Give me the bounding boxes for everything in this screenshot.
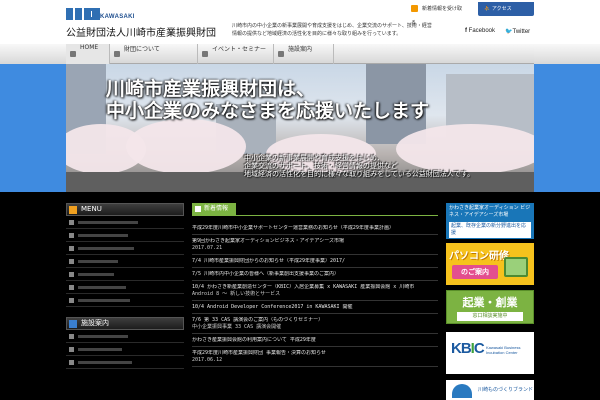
kbic-subtitle: Kawasaki Business Incubation Center (486, 345, 521, 355)
hero-image: 川崎市産業振興財団は、 中小企業のみなさまを応援いたします 中小企業の新事業展開… (66, 64, 534, 192)
nav-facilities-label: 施設案内 (288, 46, 313, 53)
facilities-title: 施設案内 (81, 319, 109, 327)
sidebar-item[interactable] (66, 216, 184, 229)
news-item[interactable]: 7/6 第 33 CAS 講演会のご案内（ものづくりセミナー） 中小企業振興事業… (192, 314, 438, 334)
home-icon (70, 51, 76, 57)
news-item[interactable]: 7/5 川崎市内中小企業の皆様へ（新事業創出支援事業のご案内） (192, 268, 438, 281)
nav-events[interactable]: イベント・セミナー (198, 44, 274, 64)
nav-home-label: HOME (80, 44, 99, 51)
rss-button[interactable]: 新着情報を受け取る (405, 2, 471, 26)
site-tagline: 川崎市内の中小企業の新事業展開や育成支援をはじめ、企業交流のサポート、技術・経営… (232, 23, 432, 37)
news-item[interactable]: 平成29年度川崎市産業振興財団 事業報告・決算のお知らせ 2017.06.12 (192, 347, 438, 367)
hero-band: 川崎市産業振興財団は、 中小企業のみなさまを応援いたします 中小企業の新事業展開… (0, 64, 600, 192)
news-item-text: 7/6 第 33 CAS 講演会のご案内（ものづくりセミナー） (192, 317, 324, 323)
pc-training-title: パソコン研修 (449, 251, 509, 262)
sidebar-item[interactable] (66, 281, 184, 294)
sidebar-item[interactable] (66, 229, 184, 242)
twitter-link[interactable]: 🐦Twitter (505, 28, 530, 35)
gear-icon (69, 320, 77, 328)
audition-banner-text: かわさき起業家オーディション ビジネス・アイデアシーズ市場 (449, 205, 531, 218)
nav-facilities[interactable]: 施設案内 (274, 44, 334, 64)
monozukuri-banner[interactable]: 川崎ものづくりブランド (446, 380, 534, 400)
news-item-text: 平成29年度川崎市中小企業サポートセンター運営業務のお知らせ（平成29年度事業計… (192, 225, 394, 231)
logo-icon[interactable] (66, 8, 100, 20)
menu-icon (69, 206, 77, 214)
kbic-logo: KBIC (451, 340, 485, 357)
news-title: 新着情報 (204, 205, 229, 212)
startup-banner[interactable]: 起業・創業 窓口相談実施中 (446, 290, 534, 324)
grid-icon (278, 51, 284, 57)
news-item-text: 平成29年度川崎市産業振興財団 事業報告・決算のお知らせ (192, 350, 326, 356)
news-tag: 新着情報 (192, 203, 236, 215)
computer-icon (504, 257, 528, 277)
news-item-text: 7/5 川崎市内中小企業の皆様へ（新事業創出支援事業のご案内） (192, 271, 340, 277)
nav-events-label: イベント・セミナー (212, 46, 267, 53)
news-item[interactable]: 平成29年度川崎市中小企業サポートセンター運営業務のお知らせ（平成29年度事業計… (192, 222, 438, 235)
news-item[interactable]: 7/4 川崎市産業振興財団からのお知らせ（平成29年度事業）2017/ (192, 255, 438, 268)
bicycle-icon (202, 51, 208, 57)
access-label: アクセス (491, 6, 512, 12)
pc-training-subtitle: のご案内 (452, 265, 498, 279)
person-icon: ⛹ (484, 6, 492, 12)
main-content: MENU 施設案内 新着情報 平成29年度川崎市中小企業サポートセンター運営業務… (0, 192, 600, 400)
facebook-link[interactable]: f Facebook (465, 28, 495, 34)
menu-title: MENU (81, 205, 102, 213)
sidebar-item[interactable] (66, 255, 184, 268)
menu-heading: MENU (66, 203, 184, 216)
sidebar-item[interactable] (66, 268, 184, 281)
rss-icon (411, 5, 418, 12)
news-item-text: 10/4 かわさき新産業創造センター（KBIC）入居企業募集 x KAWASAK… (192, 284, 415, 290)
org-name[interactable]: 公益財団法人川崎市産業振興財団 (66, 24, 216, 39)
kbic-banner[interactable]: KBIC Kawasaki Business Incubation Center (446, 332, 534, 374)
nav-about-label: 財団について (124, 46, 160, 53)
news-item-date: 2017.06.12 (192, 357, 223, 363)
news-item-text: かわさき産業振興会館の利用案内について 平成29年度 (192, 337, 316, 343)
pencil-icon (195, 206, 201, 212)
hero-description: 中小企業の新事業展開や育成支援をはじめ、 企業交流のサポート、技術・経営情報の提… (244, 154, 474, 178)
news-item[interactable]: かわさき産業振興会館の利用案内について 平成29年度 (192, 334, 438, 347)
sidebar-item[interactable] (66, 294, 184, 307)
sidebar-item[interactable] (66, 343, 184, 356)
sidebar-item[interactable] (66, 330, 184, 343)
news-item-text: 7/4 川崎市産業振興財団からのお知らせ（平成29年度事業）2017/ (192, 258, 346, 264)
audition-banner[interactable]: かわさき起業家オーディション ビジネス・アイデアシーズ市場 起業、既存企業の新分… (446, 203, 534, 239)
hero-desc-line3: 地域経済の活性化を目的に様々な取り組みをしている公益財団法人です。 (244, 170, 475, 178)
sidebar-item[interactable] (66, 356, 184, 369)
news-item[interactable]: 10/4 Android Developer Conference2017 in… (192, 301, 438, 314)
twitter-label: Twitter (512, 29, 531, 35)
facilities-heading: 施設案内 (66, 317, 184, 330)
main-nav: HOME 財団について イベント・セミナー 施設案内 (66, 44, 534, 64)
news-item-date: Android 8 ～ 新しい技術とサービス (192, 291, 281, 297)
startup-title: 起業・創業 (462, 296, 518, 309)
hero-title-line2: 中小企業のみなさまを応援いたします (106, 100, 430, 122)
news-panel: 新着情報 平成29年度川崎市中小企業サポートセンター運営業務のお知らせ（平成29… (192, 203, 438, 367)
news-heading: 新着情報 (192, 203, 438, 216)
hero-desc-line2: 企業交流のサポート、技術・経営情報の提供など (244, 162, 398, 170)
facebook-label: Facebook (468, 28, 496, 34)
sidebar-menu: MENU 施設案内 (66, 203, 184, 369)
nav-home[interactable]: HOME (66, 44, 110, 64)
news-item-text: 第9回かわさき起業家オーディションビジネス・アイデアシーズ市場 (192, 238, 344, 244)
brand-icon (452, 384, 472, 398)
news-item-date: 2017.07.21 (192, 245, 223, 251)
startup-subtitle: 窓口相談実施中 (457, 312, 523, 321)
pc-training-banner[interactable]: パソコン研修 のご案内 (446, 243, 534, 285)
site-header: KAWASAKI 公益財団法人川崎市産業振興財団 川崎市内の中小企業の新事業展開… (0, 0, 600, 44)
logo-text: KAWASAKI (100, 14, 135, 20)
hero-desc-line1: 中小企業の新事業展開や育成支援をはじめ、 (244, 154, 384, 162)
news-item-text: 10/4 Android Developer Conference2017 in… (192, 304, 353, 310)
nav-about[interactable]: 財団について (110, 44, 198, 64)
access-button[interactable]: ⛹ アクセス (478, 2, 534, 16)
sidebar-item[interactable] (66, 242, 184, 255)
building-icon (114, 51, 120, 57)
news-item-date: 中小企業振興事業 33 CAS 講演会開催 (192, 324, 282, 330)
audition-banner-sub: 起業、既存企業の新分野進出を応援 (449, 222, 531, 238)
monozukuri-text: 川崎ものづくりブランド (478, 387, 534, 393)
news-item[interactable]: 10/4 かわさき新産業創造センター（KBIC）入居企業募集 x KAWASAK… (192, 281, 438, 301)
news-item[interactable]: 第9回かわさき起業家オーディションビジネス・アイデアシーズ市場 2017.07.… (192, 235, 438, 255)
